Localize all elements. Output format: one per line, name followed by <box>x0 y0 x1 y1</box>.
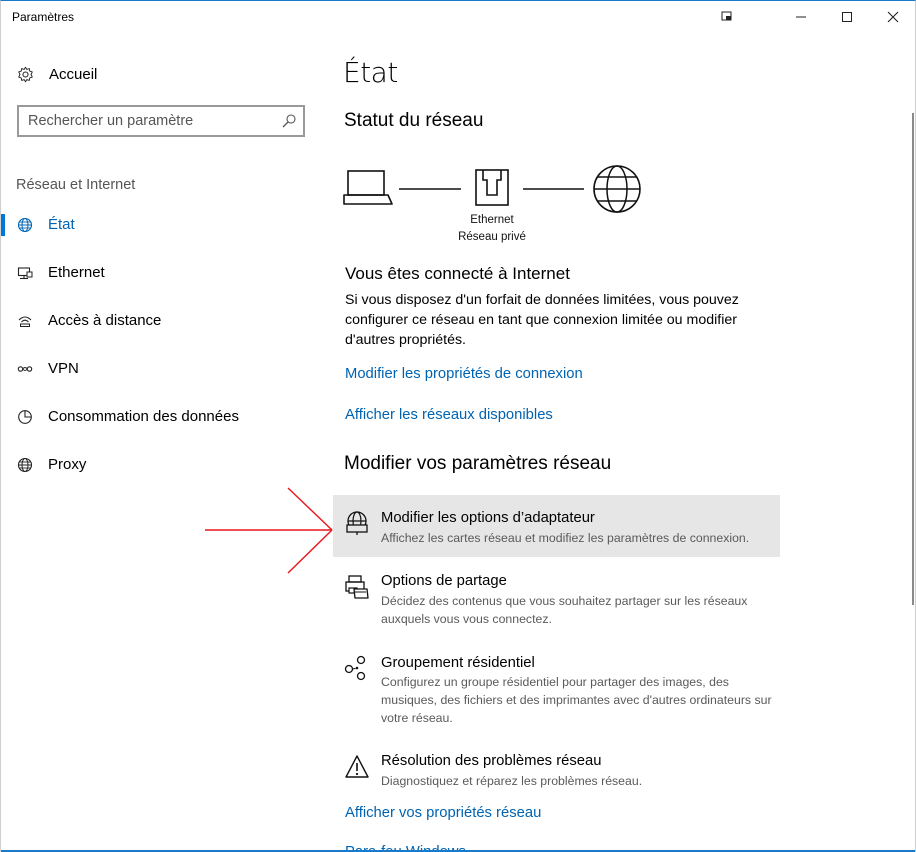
troubleshoot-item[interactable]: Résolution des problèmes réseau Diagnost… <box>333 747 780 791</box>
search-box[interactable] <box>17 105 305 137</box>
homegroup-icon <box>343 654 371 682</box>
adapter-icon <box>343 509 371 537</box>
show-network-properties-link[interactable]: Afficher vos propriétés réseau <box>345 805 541 821</box>
sidebar-item-label: Accès à distance <box>48 312 162 329</box>
close-icon <box>887 11 899 23</box>
sidebar-item-etat[interactable]: État <box>1 207 321 243</box>
sidebar-item-acces-a-distance[interactable]: Accès à distance <box>1 303 321 339</box>
close-button[interactable] <box>870 1 915 33</box>
globe-icon <box>16 456 34 474</box>
option-description: Affichez les cartes réseau et modifiez l… <box>381 531 750 545</box>
ethernet-icon <box>16 264 34 282</box>
connected-description: Si vous disposez d'un forfait de données… <box>345 292 739 348</box>
gear-icon <box>18 66 33 82</box>
data-usage-icon <box>16 408 34 426</box>
homegroup-item[interactable]: Groupement résidentiel Configurez un gro… <box>333 648 780 728</box>
home-label: Accueil <box>49 65 98 83</box>
show-available-networks-link[interactable]: Afficher les réseaux disponibles <box>345 407 553 423</box>
warning-icon <box>343 753 371 781</box>
option-description: Diagnostiquez et réparez les problèmes r… <box>381 774 643 788</box>
dialup-icon <box>16 312 34 330</box>
search-icon[interactable] <box>281 113 297 129</box>
laptop-icon <box>343 170 393 205</box>
ethernet-port-icon <box>475 169 509 206</box>
connected-heading: Vous êtes connecté à Internet <box>345 264 570 283</box>
sidebar-item-consommation-des-donnees[interactable]: Consommation des données <box>1 399 321 435</box>
network-status-heading: Statut du réseau <box>344 110 484 131</box>
sidebar-item-label: Proxy <box>48 456 87 473</box>
maximize-icon <box>842 12 852 22</box>
option-description: Configurez un groupe résidentiel pour pa… <box>381 675 772 725</box>
internet-globe-icon <box>593 165 641 213</box>
sharing-icon <box>343 573 371 601</box>
network-diagram-graphic <box>343 165 641 213</box>
compact-overlay-button[interactable] <box>704 1 750 33</box>
globe-icon <box>16 216 34 234</box>
active-indicator <box>1 214 5 236</box>
option-title: Modifier les options d’adaptateur <box>381 510 595 526</box>
option-title: Résolution des problèmes réseau <box>381 753 602 769</box>
settings-window: Paramètres Accueil Réseau e <box>0 0 916 852</box>
sharing-options-item[interactable]: Options de partage Décidez des contenus … <box>333 567 780 637</box>
sidebar-item-label: État <box>48 216 75 233</box>
compact-overlay-icon <box>721 11 732 21</box>
change-settings-heading: Modifier vos paramètres réseau <box>344 453 612 474</box>
page-title: État <box>343 56 398 89</box>
home-link[interactable]: Accueil <box>17 63 97 85</box>
window-title: Paramètres <box>12 10 75 24</box>
option-title: Options de partage <box>381 573 507 589</box>
title-bar: Paramètres <box>1 1 915 33</box>
maximize-button[interactable] <box>824 1 870 33</box>
sidebar-item-proxy[interactable]: Proxy <box>1 447 321 483</box>
sidebar-item-ethernet[interactable]: Ethernet <box>1 255 321 291</box>
sidebar-item-label: Consommation des données <box>48 408 239 425</box>
option-title: Groupement résidentiel <box>381 655 535 671</box>
vpn-icon <box>16 360 34 378</box>
minimize-icon <box>796 16 806 18</box>
option-description: Décidez des contenus que vous souhaitez … <box>381 594 748 626</box>
network-status-diagram: Ethernet Réseau privé <box>341 161 651 251</box>
search-input[interactable] <box>28 111 273 131</box>
sidebar-section-title: Réseau et Internet <box>16 177 136 193</box>
connection-name: Ethernet <box>470 214 514 226</box>
minimize-button[interactable] <box>778 1 824 33</box>
annotation-arrow <box>205 487 333 574</box>
change-connection-properties-link[interactable]: Modifier les propriétés de connexion <box>345 366 583 382</box>
sidebar-item-label: Ethernet <box>48 264 105 281</box>
adapter-options-item[interactable]: Modifier les options d’adaptateur Affich… <box>333 495 780 557</box>
scrollbar[interactable] <box>912 113 914 605</box>
sidebar-item-vpn[interactable]: VPN <box>1 351 321 387</box>
sidebar-item-label: VPN <box>48 360 79 377</box>
network-type: Réseau privé <box>458 231 526 243</box>
